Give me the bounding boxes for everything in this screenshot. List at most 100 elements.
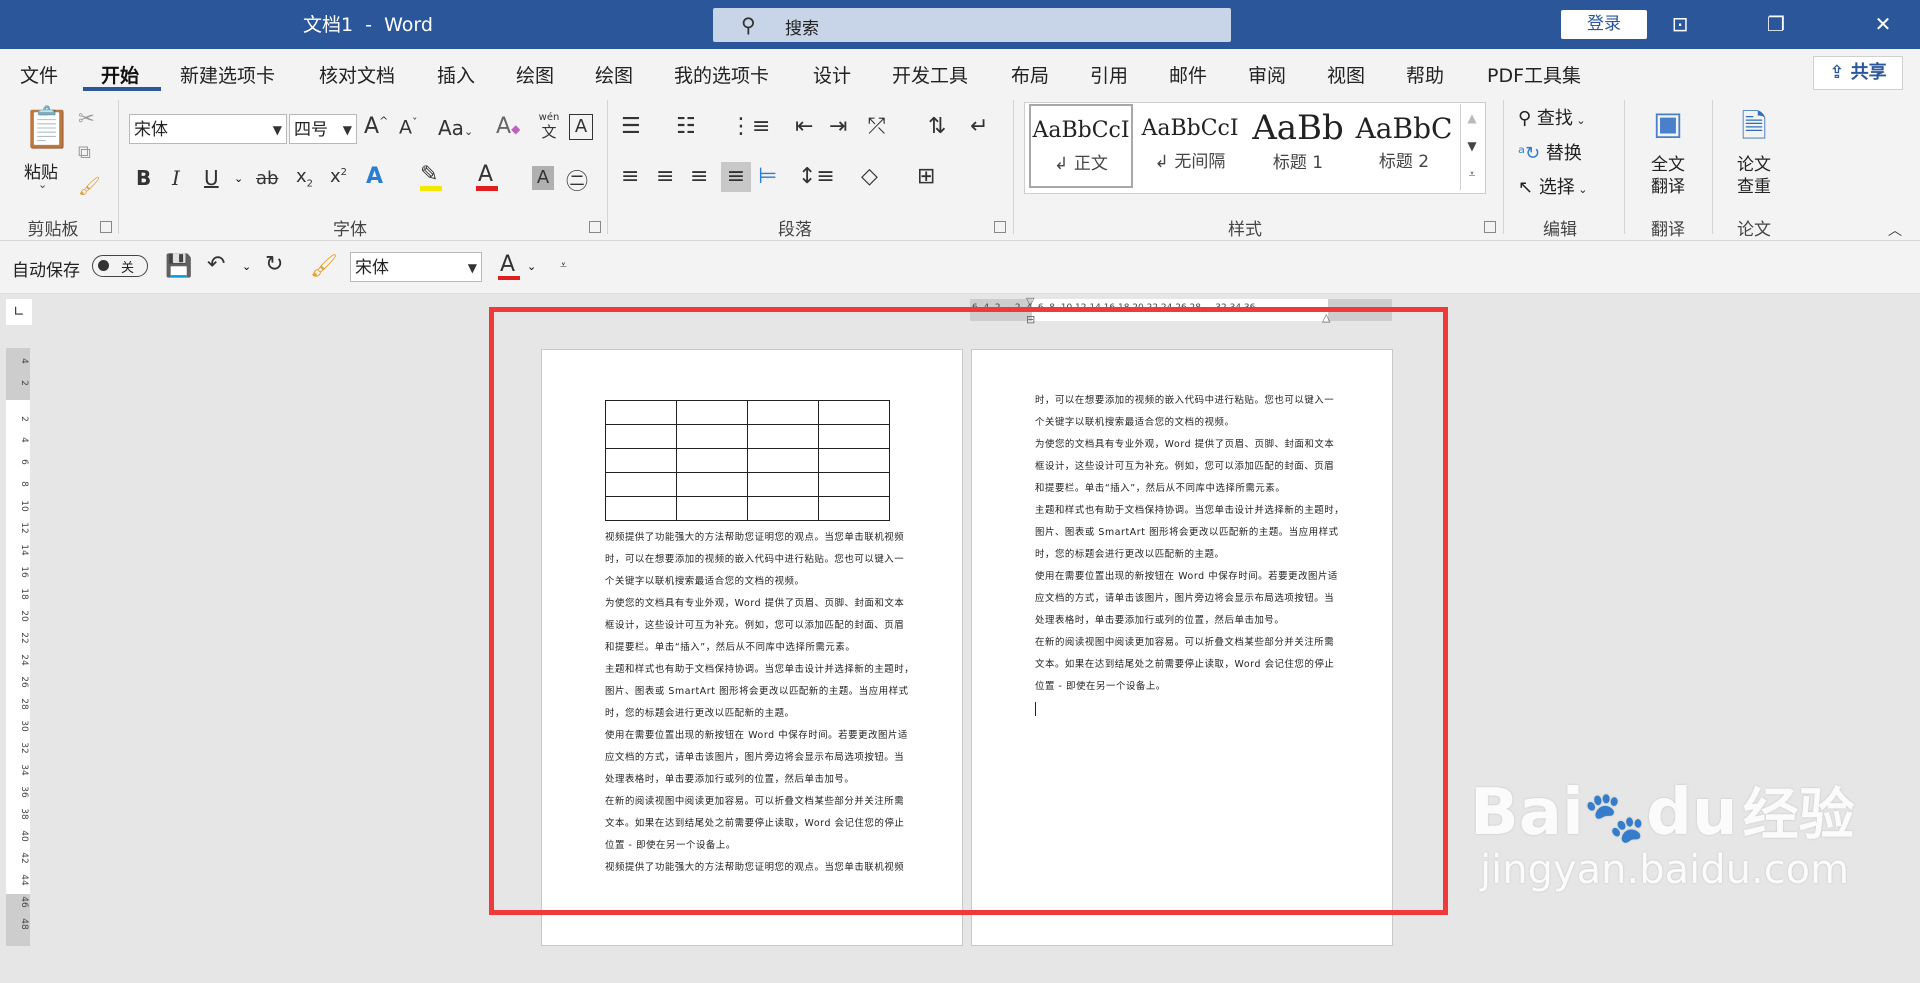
- tab-view[interactable]: 视图: [1327, 61, 1365, 88]
- shrink-font-icon[interactable]: Aˇ: [399, 116, 418, 138]
- underline-icon[interactable]: U: [204, 166, 219, 190]
- ribbon-display-icon[interactable]: ⊡: [1665, 12, 1695, 36]
- tab-layout[interactable]: 布局: [1011, 61, 1049, 88]
- show-marks-icon[interactable]: ↵: [970, 114, 988, 139]
- multilevel-list-icon[interactable]: ⋮≡: [730, 114, 770, 139]
- tab-my[interactable]: 我的选项卡: [674, 61, 769, 88]
- phonetic-guide-button[interactable]: wén 文: [534, 112, 564, 140]
- replace-button[interactable]: ᵃ↻ 替换: [1518, 139, 1582, 165]
- tab-stop-selector-icon[interactable]: ∟: [6, 299, 32, 325]
- enclose-char-icon[interactable]: ㊁: [566, 164, 588, 196]
- font-name-select[interactable]: 宋体 ▼: [129, 114, 287, 144]
- style-preview: AaBbCcI: [1032, 118, 1130, 143]
- vertical-ruler[interactable]: 4 2 2 4 6 8 10 12 14 16 18 20 22 24 26 2…: [6, 348, 30, 946]
- copy-icon[interactable]: ⧉: [78, 142, 91, 163]
- decrease-indent-icon[interactable]: ⇤: [795, 114, 813, 139]
- tab-mailings[interactable]: 邮件: [1169, 61, 1207, 88]
- borders-icon[interactable]: ⊞: [917, 164, 935, 189]
- paper-check-icon[interactable]: 🗎: [1734, 104, 1774, 158]
- full-translate-button[interactable]: 全文 翻译: [1648, 154, 1688, 198]
- increase-indent-icon[interactable]: ⇥: [829, 114, 847, 139]
- bullets-icon[interactable]: ☰: [621, 114, 641, 139]
- select-button[interactable]: ↖ 选择 ⌄: [1518, 173, 1588, 199]
- change-case-button[interactable]: Aa⌄: [438, 116, 473, 140]
- tab-draw-1[interactable]: 绘图: [516, 61, 554, 88]
- tab-help[interactable]: 帮助: [1406, 61, 1444, 88]
- ruler-tick: 32: [19, 742, 29, 754]
- superscript-icon[interactable]: x2: [330, 166, 347, 187]
- undo-icon[interactable]: ↶: [207, 252, 225, 277]
- redo-icon[interactable]: ↻: [265, 252, 283, 277]
- tab-home[interactable]: 开始: [101, 61, 139, 88]
- italic-icon[interactable]: I: [172, 166, 180, 190]
- clipboard-launcher-icon[interactable]: [100, 221, 112, 233]
- tab-insert[interactable]: 插入: [437, 61, 475, 88]
- cut-icon[interactable]: ✂: [78, 106, 95, 130]
- style-heading-2[interactable]: AaBbC 标题 2: [1354, 104, 1454, 188]
- strikethrough-icon[interactable]: ab: [256, 168, 278, 189]
- distributed-icon[interactable]: ⊨: [758, 164, 777, 189]
- char-border-icon[interactable]: A: [569, 114, 593, 140]
- justify-icon[interactable]: ≡: [721, 162, 751, 192]
- subscript-icon[interactable]: x2: [296, 166, 313, 190]
- bold-icon[interactable]: B: [136, 166, 151, 190]
- window-title: 文档1 - Word: [303, 14, 433, 36]
- paragraph-launcher-icon[interactable]: [994, 221, 1006, 233]
- undo-dropdown-icon[interactable]: ⌄: [242, 260, 251, 273]
- styles-launcher-icon[interactable]: [1484, 221, 1496, 233]
- style-heading-1[interactable]: AaBb 标题 1: [1248, 104, 1348, 188]
- style-no-spacing[interactable]: AaBbCcI ↲ 无间隔: [1138, 104, 1242, 188]
- tab-draw-2[interactable]: 绘图: [595, 61, 633, 88]
- paste-dropdown-icon[interactable]: ⌄: [38, 178, 47, 191]
- font-launcher-icon[interactable]: [589, 221, 601, 233]
- tab-pdf[interactable]: PDF工具集: [1487, 61, 1581, 88]
- text-effects-icon[interactable]: A: [366, 164, 383, 189]
- align-left-icon[interactable]: ≡: [621, 164, 639, 189]
- style-normal[interactable]: AaBbCcI ↲ 正文: [1029, 104, 1133, 188]
- align-right-icon[interactable]: ≡: [690, 164, 708, 189]
- tab-file[interactable]: 文件: [20, 61, 58, 88]
- paper-check-button[interactable]: 论文 查重: [1734, 154, 1774, 198]
- share-button[interactable]: ⇪ 共享: [1813, 56, 1903, 90]
- align-center-icon[interactable]: ≡: [656, 164, 674, 189]
- font-size-select[interactable]: 四号 ▼: [289, 114, 357, 144]
- login-button[interactable]: 登录: [1561, 10, 1647, 39]
- highlighter-icon[interactable]: ✎: [420, 162, 438, 187]
- save-icon[interactable]: 💾: [165, 254, 192, 279]
- qat-format-painter-icon[interactable]: 🖌: [310, 254, 338, 279]
- scroll-down-icon[interactable]: ▼: [1461, 132, 1483, 160]
- tab-review[interactable]: 审阅: [1248, 61, 1286, 88]
- tab-new[interactable]: 新建选项卡: [180, 61, 275, 88]
- styles-scroll[interactable]: ▲ ▼ ⩡: [1460, 104, 1483, 190]
- clear-format-icon[interactable]: A◆: [496, 114, 520, 139]
- qat-font-color-dropdown-icon[interactable]: ⌄: [527, 260, 536, 273]
- search-box[interactable]: ⚲ 搜索: [713, 8, 1231, 42]
- scroll-up-icon[interactable]: ▲: [1461, 104, 1483, 132]
- close-icon[interactable]: ✕: [1868, 12, 1898, 36]
- collapse-ribbon-icon[interactable]: ︿: [1888, 220, 1902, 240]
- numbering-icon[interactable]: ☷: [676, 114, 696, 139]
- styles-more-icon[interactable]: ⩡: [1461, 160, 1483, 188]
- tab-check[interactable]: 核对文档: [319, 61, 395, 88]
- autosave-toggle[interactable]: 关: [92, 255, 148, 277]
- tab-references[interactable]: 引用: [1090, 61, 1128, 88]
- line-spacing-icon[interactable]: ↕≡: [798, 164, 835, 189]
- font-color-icon[interactable]: A: [478, 162, 493, 187]
- char-shading-icon[interactable]: A: [532, 166, 554, 190]
- translate-icon[interactable]: ▣: [1648, 104, 1688, 142]
- toggle-knob: [98, 260, 109, 271]
- customize-qat-icon[interactable]: ⩡: [560, 258, 567, 273]
- text-direction-icon[interactable]: ⤱: [868, 114, 886, 139]
- restore-icon[interactable]: ❐: [1761, 12, 1791, 36]
- paste-icon[interactable]: 📋: [22, 104, 72, 151]
- find-button[interactable]: ⚲ 查找 ⌄: [1518, 104, 1586, 130]
- tab-developer[interactable]: 开发工具: [892, 61, 968, 88]
- tab-design[interactable]: 设计: [813, 61, 851, 88]
- underline-dropdown-icon[interactable]: ⌄: [234, 172, 243, 185]
- sort-icon[interactable]: ⇅: [928, 114, 946, 139]
- shading-icon[interactable]: ◇: [861, 164, 878, 189]
- qat-font-select[interactable]: 宋体 ▼: [350, 252, 482, 282]
- grow-font-icon[interactable]: A^: [364, 114, 388, 139]
- format-painter-icon[interactable]: 🖌: [78, 176, 101, 197]
- qat-font-color-icon[interactable]: A: [500, 252, 515, 277]
